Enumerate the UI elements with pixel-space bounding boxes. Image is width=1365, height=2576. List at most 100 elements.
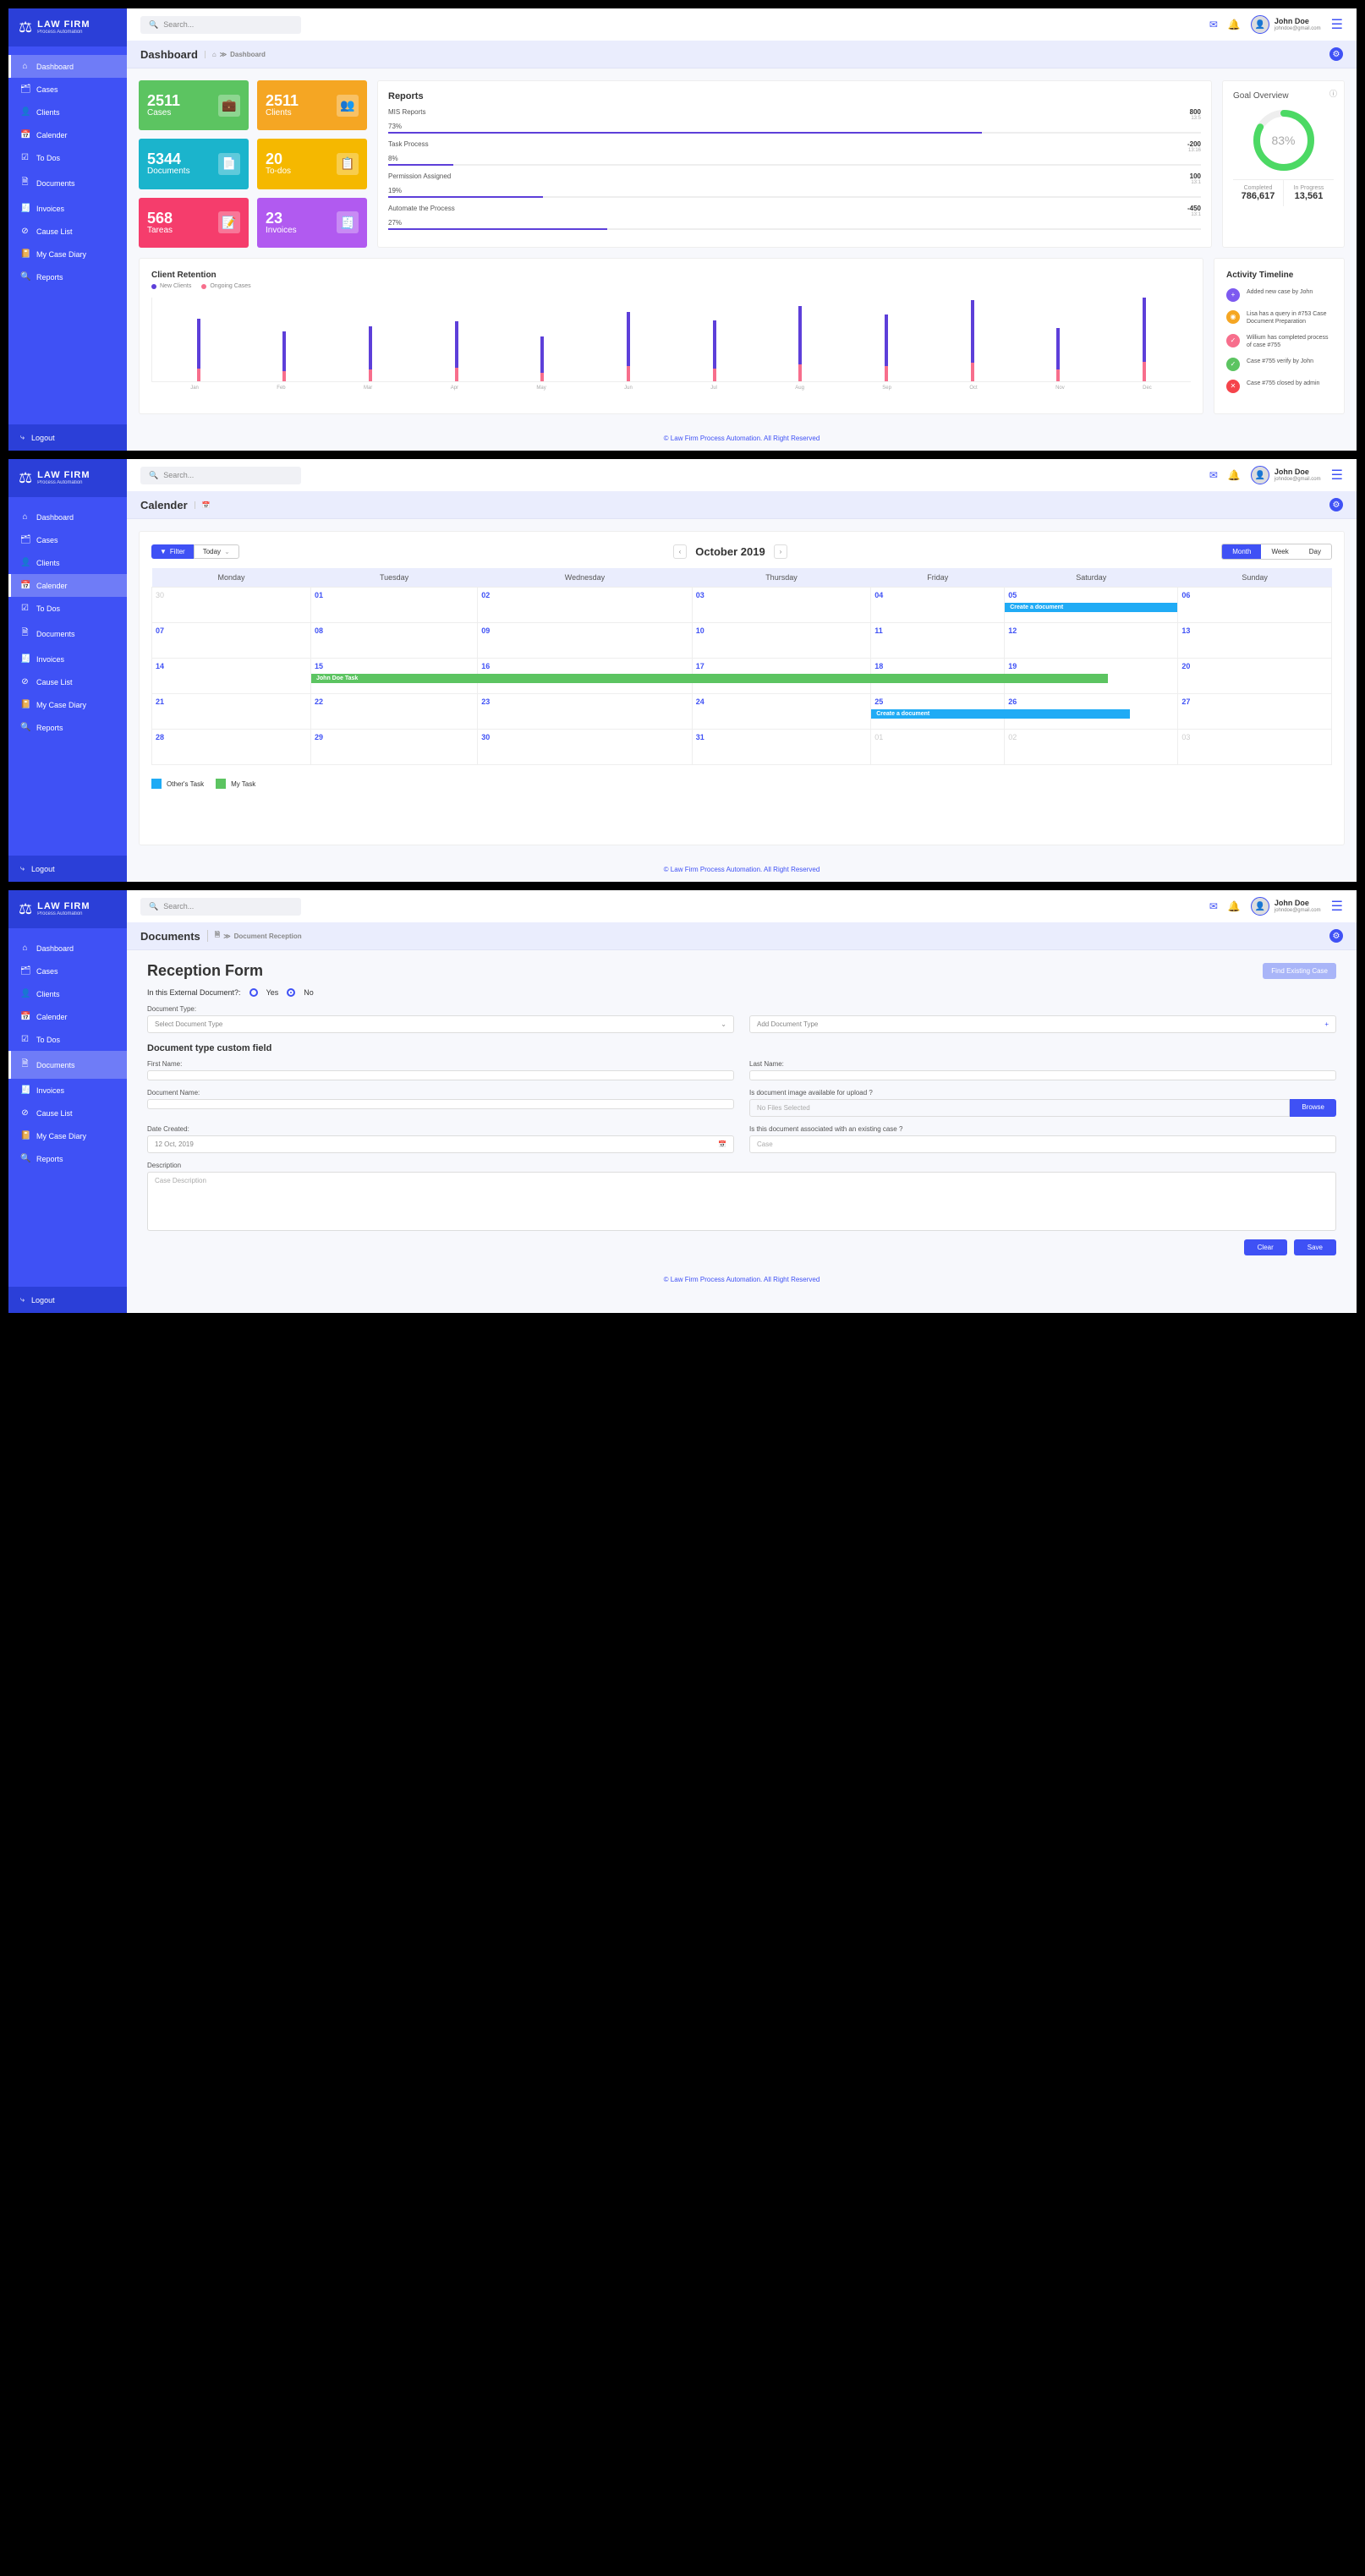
nav-item-reports[interactable]: 🔍Reports — [8, 716, 127, 739]
hamburger-icon[interactable]: ☰ — [1331, 16, 1343, 33]
stat-card-invoices[interactable]: 23Invoices🧾 — [257, 198, 367, 248]
page-title: Dashboard — [140, 48, 198, 61]
bar — [197, 298, 200, 381]
nav-item-clients[interactable]: 👤Clients — [8, 551, 127, 574]
stat-card-tareas[interactable]: 568Tareas📝 — [139, 198, 249, 248]
nav-icon: 👤 — [20, 107, 30, 117]
settings-button[interactable]: ⚙ — [1329, 498, 1343, 511]
date-created-input[interactable]: 12 Oct, 2019📅 — [147, 1135, 734, 1153]
clear-button[interactable]: Clear — [1244, 1239, 1287, 1255]
browse-button[interactable]: Browse — [1290, 1099, 1336, 1117]
stat-card-clients[interactable]: 2511Clients👥 — [257, 80, 367, 130]
nav-icon: 📔 — [20, 249, 30, 259]
save-button[interactable]: Save — [1294, 1239, 1336, 1255]
gear-icon: ⚙ — [1333, 932, 1340, 941]
nav-item-cases[interactable]: 🗂Cases — [8, 960, 127, 982]
nav-item-calender[interactable]: 📅Calender — [8, 123, 127, 146]
nav-item-dashboard[interactable]: ⌂Dashboard — [8, 55, 127, 78]
page-title: Calender — [140, 499, 188, 511]
nav-item-my-case-diary[interactable]: 📔My Case Diary — [8, 243, 127, 265]
bar — [282, 298, 286, 381]
nav-item-cases[interactable]: 🗂Cases — [8, 528, 127, 551]
first-name-input[interactable] — [147, 1070, 734, 1080]
timeline-item: +Added new case by John — [1226, 288, 1332, 302]
nav-item-invoices[interactable]: 🧾Invoices — [8, 648, 127, 670]
bell-icon[interactable]: 🔔 — [1228, 19, 1241, 30]
user-menu[interactable]: 👤 John Doejohndoe@gmail.com — [1251, 466, 1321, 484]
radio-yes[interactable] — [249, 988, 258, 997]
nav-item-to-dos[interactable]: ☑To Dos — [8, 1028, 127, 1051]
mail-icon[interactable]: ✉ — [1209, 900, 1218, 912]
breadcrumb: 🗎≫Document Reception — [207, 930, 302, 942]
logout-button[interactable]: ⤷Logout — [8, 1287, 127, 1313]
timeline-icon: ✓ — [1226, 358, 1240, 371]
mail-icon[interactable]: ✉ — [1209, 19, 1218, 30]
today-button[interactable]: Today⌄ — [194, 544, 239, 559]
nav-item-my-case-diary[interactable]: 📔My Case Diary — [8, 693, 127, 716]
stat-icon: 👥 — [337, 95, 359, 117]
nav-item-dashboard[interactable]: ⌂Dashboard — [8, 937, 127, 960]
user-menu[interactable]: 👤 John Doejohndoe@gmail.com — [1251, 897, 1321, 916]
nav-item-calender[interactable]: 📅Calender — [8, 574, 127, 597]
info-icon[interactable]: ⓘ — [1329, 88, 1337, 99]
search-input[interactable]: 🔍Search... — [140, 898, 301, 916]
find-case-button[interactable]: Find Existing Case — [1263, 963, 1336, 979]
nav-item-cause-list[interactable]: ⊘Cause List — [8, 220, 127, 243]
nav-item-calender[interactable]: 📅Calender — [8, 1005, 127, 1028]
case-input[interactable]: Case — [749, 1135, 1336, 1153]
nav-item-clients[interactable]: 👤Clients — [8, 101, 127, 123]
view-day-button[interactable]: Day — [1299, 544, 1331, 559]
description-textarea[interactable]: Case Description — [147, 1172, 1336, 1231]
mail-icon[interactable]: ✉ — [1209, 469, 1218, 481]
nav-item-documents[interactable]: 🗎Documents — [8, 169, 127, 197]
file-input[interactable]: No Files Selected — [749, 1099, 1290, 1117]
next-month-button[interactable]: › — [774, 544, 788, 559]
view-week-button[interactable]: Week — [1261, 544, 1298, 559]
calendar-event[interactable]: Create a document — [1005, 603, 1177, 612]
nav-item-documents[interactable]: 🗎Documents — [8, 1051, 127, 1079]
logout-button[interactable]: ⤷Logout — [8, 856, 127, 882]
logout-button[interactable]: ⤷Logout — [8, 424, 127, 451]
day-header: Sunday — [1178, 568, 1332, 588]
nav-item-reports[interactable]: 🔍Reports — [8, 265, 127, 288]
nav-item-to-dos[interactable]: ☑To Dos — [8, 146, 127, 169]
nav-item-cases[interactable]: 🗂Cases — [8, 78, 127, 101]
bell-icon[interactable]: 🔔 — [1228, 900, 1241, 912]
brand-logo: ⚖ LAW FIRMProcess Automation — [8, 8, 127, 46]
hamburger-icon[interactable]: ☰ — [1331, 898, 1343, 915]
stat-card-cases[interactable]: 2511Cases💼 — [139, 80, 249, 130]
nav-item-dashboard[interactable]: ⌂Dashboard — [8, 506, 127, 528]
chevron-down-icon: ⌄ — [224, 548, 230, 555]
report-row: Automate the Process-45013:127% — [388, 205, 1201, 230]
search-input[interactable]: 🔍Search... — [140, 467, 301, 484]
nav-item-cause-list[interactable]: ⊘Cause List — [8, 1102, 127, 1124]
nav-item-documents[interactable]: 🗎Documents — [8, 620, 127, 648]
view-month-button[interactable]: Month — [1222, 544, 1261, 559]
stat-card-documents[interactable]: 5344Documents📄 — [139, 139, 249, 189]
bar — [369, 298, 372, 381]
last-name-input[interactable] — [749, 1070, 1336, 1080]
add-document-type-button[interactable]: Add Document Type+ — [749, 1015, 1336, 1033]
nav-icon: 🧾 — [20, 204, 30, 213]
prev-month-button[interactable]: ‹ — [673, 544, 688, 559]
hamburger-icon[interactable]: ☰ — [1331, 467, 1343, 484]
document-name-input[interactable] — [147, 1099, 734, 1109]
nav-item-invoices[interactable]: 🧾Invoices — [8, 197, 127, 220]
bell-icon[interactable]: 🔔 — [1228, 469, 1241, 481]
document-type-select[interactable]: Select Document Type⌄ — [147, 1015, 734, 1033]
search-icon: 🔍 — [149, 20, 158, 30]
nav-item-my-case-diary[interactable]: 📔My Case Diary — [8, 1124, 127, 1147]
stat-card-to-dos[interactable]: 20To-dos📋 — [257, 139, 367, 189]
settings-button[interactable]: ⚙ — [1329, 929, 1343, 943]
radio-no[interactable] — [287, 988, 295, 997]
filter-button[interactable]: ▼Filter — [151, 544, 194, 559]
nav-item-invoices[interactable]: 🧾Invoices — [8, 1079, 127, 1102]
nav-item-to-dos[interactable]: ☑To Dos — [8, 597, 127, 620]
settings-button[interactable]: ⚙ — [1329, 47, 1343, 61]
search-input[interactable]: 🔍Search... — [140, 16, 301, 34]
nav-item-cause-list[interactable]: ⊘Cause List — [8, 670, 127, 693]
nav-item-reports[interactable]: 🔍Reports — [8, 1147, 127, 1170]
nav-item-clients[interactable]: 👤Clients — [8, 982, 127, 1005]
reports-card: Reports MIS Reports80013:573%Task Proces… — [377, 80, 1212, 248]
user-menu[interactable]: 👤 John Doejohndoe@gmail.com — [1251, 15, 1321, 34]
